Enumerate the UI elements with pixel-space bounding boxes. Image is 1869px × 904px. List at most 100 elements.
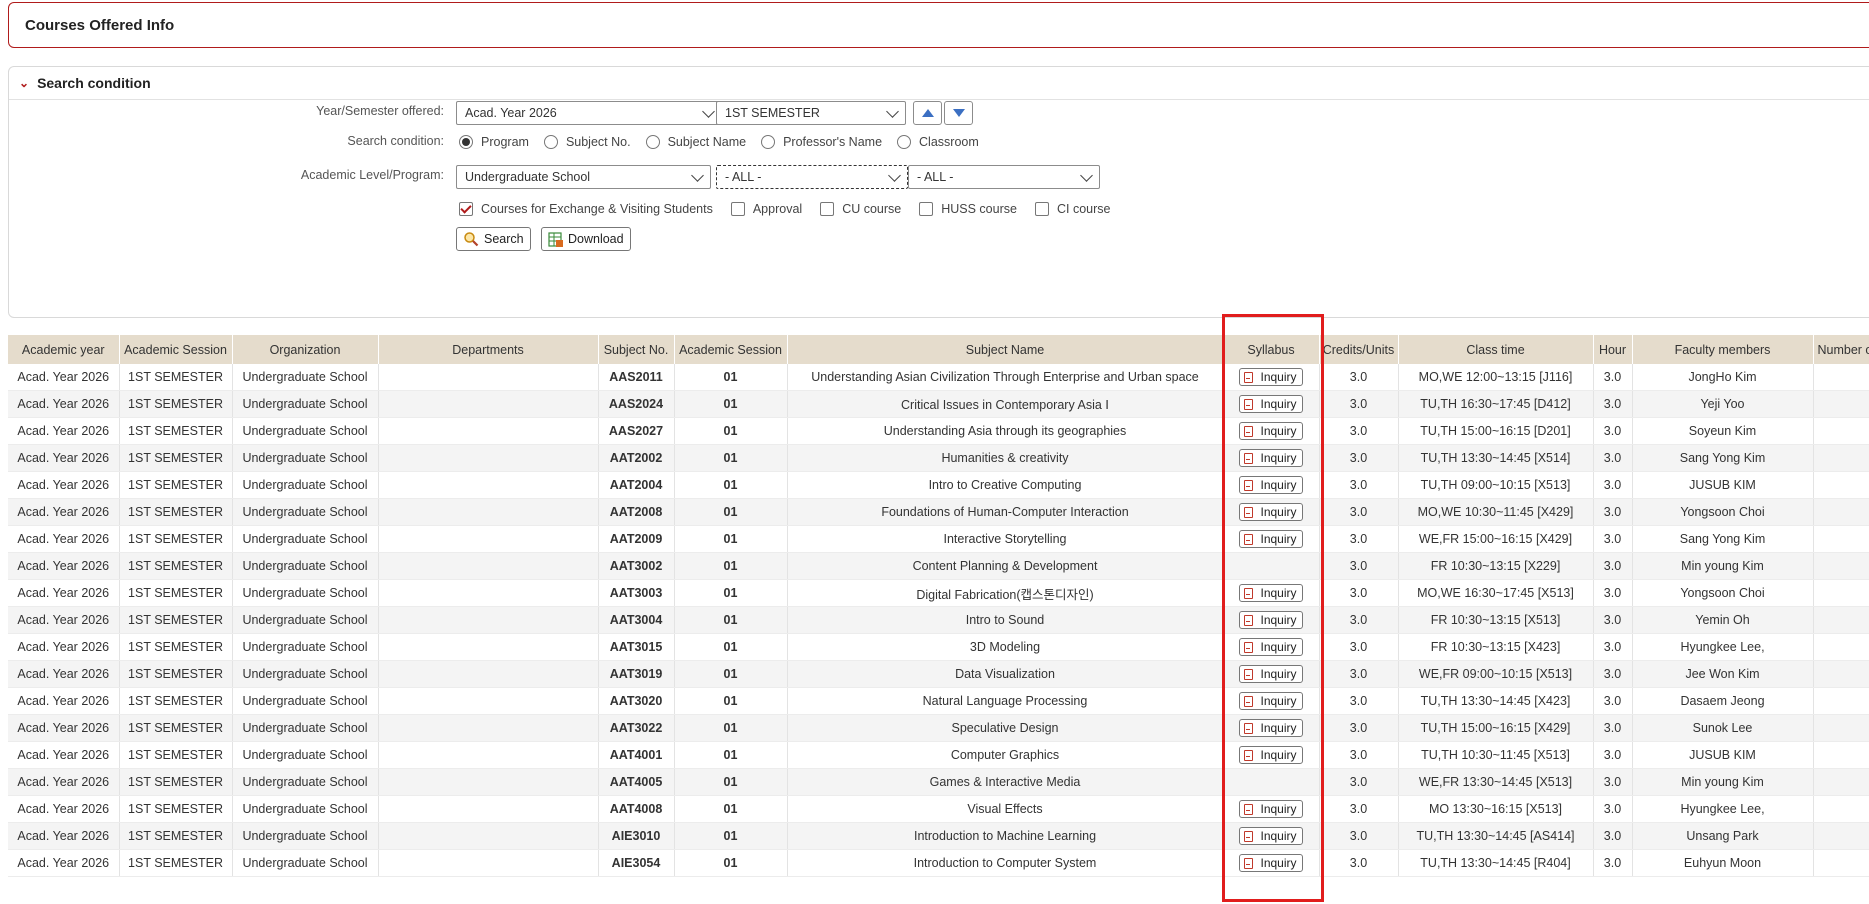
checkbox-huss-course[interactable]: HUSS course	[919, 202, 1017, 216]
department-select[interactable]: - ALL -	[908, 165, 1100, 189]
column-header-class-time[interactable]: Class time	[1398, 335, 1594, 364]
table-row[interactable]: Acad. Year 2026 1ST SEMESTER Undergraduate…	[8, 849, 1869, 877]
syllabus-inquiry-button[interactable]: Inquiry	[1239, 746, 1303, 764]
syllabus-inquiry-button[interactable]: Inquiry	[1239, 530, 1303, 548]
checkbox-exchange-students[interactable]: Courses for Exchange & Visiting Students	[459, 202, 713, 216]
syllabus-inquiry-button[interactable]: Inquiry	[1239, 422, 1303, 440]
section-cell: 01	[674, 795, 788, 823]
table-row[interactable]: Acad. Year 2026 1ST SEMESTER Undergraduate…	[8, 579, 1869, 607]
number-cell	[1813, 741, 1869, 769]
radio-button[interactable]	[645, 135, 660, 149]
syllabus-inquiry-button[interactable]: Inquiry	[1239, 395, 1303, 413]
table-row[interactable]: Acad. Year 2026 1ST SEMESTER Undergraduate…	[8, 687, 1869, 715]
radio-classroom[interactable]: Classroom	[897, 135, 979, 149]
table-row[interactable]: Acad. Year 2026 1ST SEMESTER Undergraduate…	[8, 498, 1869, 526]
checkbox[interactable]	[459, 202, 473, 216]
section-cell: 01	[674, 471, 788, 499]
column-header-section[interactable]: Academic Session	[674, 335, 788, 364]
table-row[interactable]: Acad. Year 2026 1ST SEMESTER Undergraduate…	[8, 633, 1869, 661]
credits-cell: 3.0	[1319, 660, 1399, 688]
program-select[interactable]: - ALL -	[716, 165, 908, 189]
table-row[interactable]: Acad. Year 2026 1ST SEMESTER Undergraduate…	[8, 768, 1869, 796]
table-row[interactable]: Acad. Year 2026 1ST SEMESTER Undergraduate…	[8, 795, 1869, 823]
radio-button[interactable]	[459, 135, 473, 149]
syllabus-inquiry-button[interactable]: Inquiry	[1239, 638, 1303, 656]
radio-button[interactable]	[543, 135, 558, 149]
checkbox-approval[interactable]: Approval	[730, 202, 802, 216]
faculty-cell: Unsang Park	[1632, 822, 1814, 850]
syllabus-inquiry-button[interactable]: Inquiry	[1239, 368, 1303, 386]
faculty-cell: Sang Yong Kim	[1632, 444, 1814, 472]
column-header-organization[interactable]: Organization	[232, 335, 379, 364]
column-header-subject-no[interactable]: Subject No.	[598, 335, 675, 364]
table-row[interactable]: Acad. Year 2026 1ST SEMESTER Undergraduate…	[8, 741, 1869, 769]
department-cell	[378, 741, 599, 769]
syllabus-inquiry-button[interactable]: Inquiry	[1239, 611, 1303, 629]
column-header-subject-name[interactable]: Subject Name	[787, 335, 1224, 364]
column-header-faculty[interactable]: Faculty members	[1632, 335, 1814, 364]
column-header-hour[interactable]: Hour	[1593, 335, 1633, 364]
syllabus-inquiry-button[interactable]: Inquiry	[1239, 800, 1303, 818]
credits-cell: 3.0	[1319, 390, 1399, 418]
checkbox-ci-course[interactable]: CI course	[1034, 202, 1110, 216]
table-row[interactable]: Acad. Year 2026 1ST SEMESTER Undergraduate…	[8, 552, 1869, 580]
table-row[interactable]: Acad. Year 2026 1ST SEMESTER Undergraduate…	[8, 390, 1869, 418]
download-button[interactable]: Download	[541, 227, 631, 251]
search-panel-header[interactable]: ⌄ Search condition	[9, 67, 1869, 100]
hour-cell: 3.0	[1593, 552, 1633, 580]
table-row[interactable]: Acad. Year 2026 1ST SEMESTER Undergraduate…	[8, 471, 1869, 499]
number-cell	[1813, 390, 1869, 418]
syllabus-cell: Inquiry	[1223, 471, 1320, 499]
table-row[interactable]: Acad. Year 2026 1ST SEMESTER Undergraduate…	[8, 714, 1869, 742]
checkbox[interactable]	[820, 202, 835, 216]
next-semester-button[interactable]	[944, 101, 973, 125]
radio-subject-name[interactable]: Subject Name	[645, 135, 746, 149]
table-row[interactable]: Acad. Year 2026 1ST SEMESTER Undergraduate…	[8, 660, 1869, 688]
chevron-down-icon[interactable]: ⌄	[19, 76, 29, 90]
column-header-credits[interactable]: Credits/Units	[1319, 335, 1399, 364]
syllabus-inquiry-button[interactable]: Inquiry	[1239, 449, 1303, 467]
column-header-departments[interactable]: Departments	[378, 335, 599, 364]
syllabus-inquiry-button[interactable]: Inquiry	[1239, 584, 1303, 602]
column-header-syllabus[interactable]: Syllabus	[1223, 335, 1320, 364]
table-row[interactable]: Acad. Year 2026 1ST SEMESTER Undergraduate…	[8, 364, 1869, 391]
academic-year-cell: Acad. Year 2026	[8, 552, 120, 580]
table-row[interactable]: Acad. Year 2026 1ST SEMESTER Undergraduate…	[8, 417, 1869, 445]
subject-name-cell: 3D Modeling	[787, 633, 1224, 661]
number-cell	[1813, 444, 1869, 472]
syllabus-inquiry-button[interactable]: Inquiry	[1239, 692, 1303, 710]
syllabus-inquiry-button[interactable]: Inquiry	[1239, 854, 1303, 872]
checkbox-cu-course[interactable]: CU course	[820, 202, 901, 216]
academic-level-select[interactable]: Undergraduate School	[456, 165, 711, 189]
subject-no-cell: AIE3054	[598, 849, 675, 877]
search-button[interactable]: Search	[456, 227, 531, 251]
checkbox[interactable]	[730, 202, 745, 216]
column-header-academic-session[interactable]: Academic Session	[119, 335, 233, 364]
radio-professor-name[interactable]: Professor's Name	[761, 135, 882, 149]
previous-semester-button[interactable]	[913, 101, 942, 125]
column-header-academic-year[interactable]: Academic year	[8, 335, 120, 364]
syllabus-inquiry-button[interactable]: Inquiry	[1239, 665, 1303, 683]
syllabus-inquiry-button[interactable]: Inquiry	[1239, 719, 1303, 737]
syllabus-inquiry-button[interactable]: Inquiry	[1239, 476, 1303, 494]
section-cell: 01	[674, 579, 788, 607]
table-row[interactable]: Acad. Year 2026 1ST SEMESTER Undergraduate…	[8, 525, 1869, 553]
column-header-number[interactable]: Number of	[1813, 335, 1869, 364]
checkbox[interactable]	[919, 202, 934, 216]
table-row[interactable]: Acad. Year 2026 1ST SEMESTER Undergraduate…	[8, 822, 1869, 850]
year-select[interactable]: Acad. Year 2026	[456, 101, 722, 125]
radio-program[interactable]: Program	[459, 135, 529, 149]
syllabus-inquiry-button[interactable]: Inquiry	[1239, 503, 1303, 521]
academic-session-cell: 1ST SEMESTER	[119, 606, 233, 634]
academic-session-cell: 1ST SEMESTER	[119, 444, 233, 472]
table-row[interactable]: Acad. Year 2026 1ST SEMESTER Undergraduate…	[8, 606, 1869, 634]
semester-select[interactable]: 1ST SEMESTER	[716, 101, 906, 125]
chevron-down-icon	[691, 168, 704, 182]
table-row[interactable]: Acad. Year 2026 1ST SEMESTER Undergraduate…	[8, 444, 1869, 472]
syllabus-inquiry-button[interactable]: Inquiry	[1239, 827, 1303, 845]
organization-cell: Undergraduate School	[232, 768, 379, 796]
radio-button[interactable]	[761, 135, 776, 149]
checkbox[interactable]	[1034, 202, 1049, 216]
radio-subject-no[interactable]: Subject No.	[543, 135, 631, 149]
radio-button[interactable]	[897, 135, 912, 149]
